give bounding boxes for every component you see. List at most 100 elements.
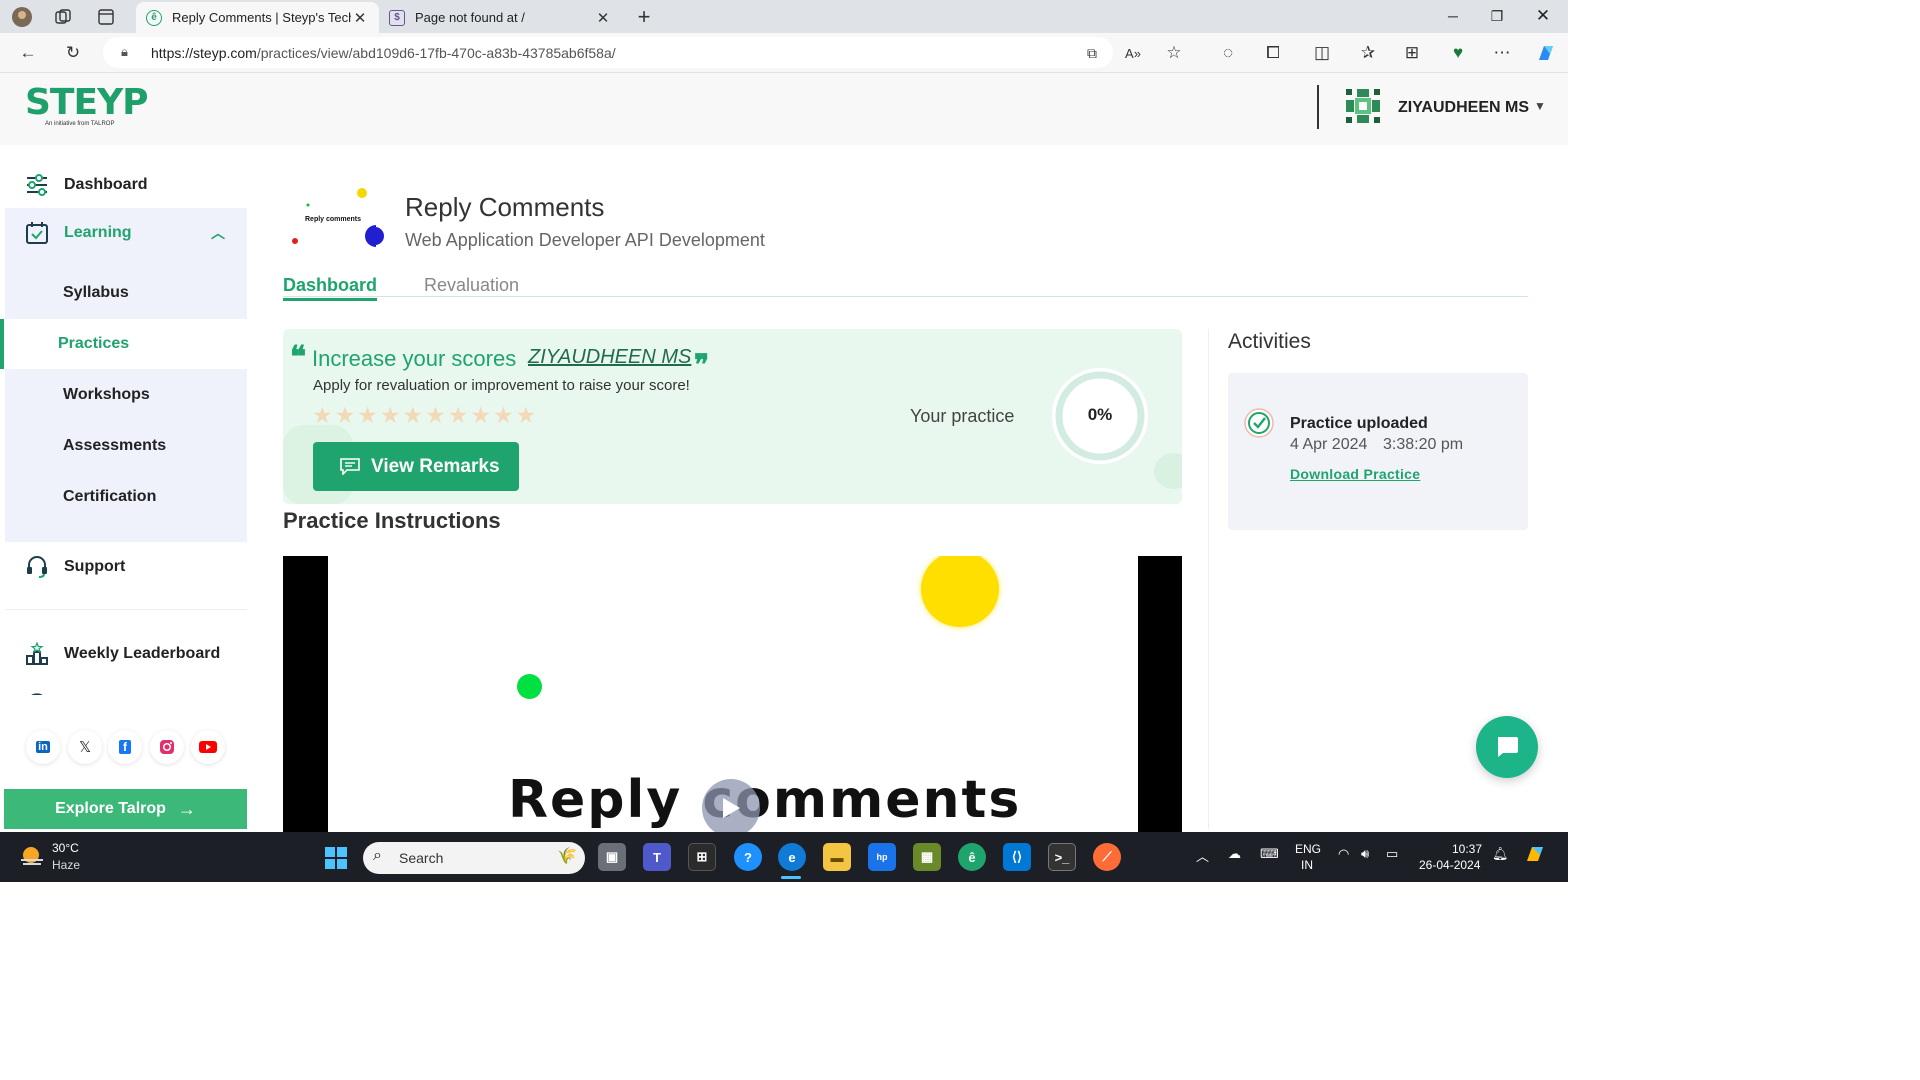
close-tab-icon[interactable]: ✕	[351, 9, 369, 27]
get-help-icon[interactable]: ?	[734, 843, 762, 871]
youtube-icon[interactable]	[191, 730, 225, 764]
chat-icon	[340, 458, 360, 475]
terminal-icon[interactable]: >_	[1048, 843, 1076, 871]
avatar[interactable]	[1344, 87, 1382, 125]
steyp-app-icon[interactable]: ê	[958, 843, 986, 871]
browser-tab-bar: ê Reply Comments | Steyp's Tech S ✕ $ Pa…	[0, 0, 1568, 33]
sidebar-item-certification[interactable]: Certification	[5, 472, 247, 522]
open-in-app-icon[interactable]: ⧉	[1080, 41, 1104, 65]
progress-percentage: 0%	[1087, 405, 1113, 424]
search-placeholder: Search	[399, 850, 444, 866]
refresh-icon[interactable]: ↻	[61, 41, 85, 65]
volume-icon[interactable]: 🔊︎	[1361, 846, 1369, 862]
tracking-icon[interactable]: ◌	[1216, 41, 1240, 65]
browser-tab-reply-comments[interactable]: ê Reply Comments | Steyp's Tech S ✕	[136, 2, 379, 33]
new-tab-icon[interactable]: +	[633, 4, 655, 29]
chat-support-button[interactable]	[1476, 716, 1538, 778]
vscode-icon[interactable]: ⟨⟩	[1003, 843, 1031, 871]
sidebar-item-dashboard[interactable]: Dashboard	[0, 171, 247, 199]
sidebar-item-practices[interactable]: Practices	[0, 319, 247, 369]
weather-description: Haze	[52, 858, 81, 872]
extensions-icon[interactable]: ⧠	[1261, 41, 1285, 65]
star-icon: ★	[493, 402, 516, 428]
linkedin-icon[interactable]: in	[26, 730, 60, 764]
haze-weather-icon[interactable]	[18, 844, 46, 870]
tab-revaluation[interactable]: Revaluation	[424, 275, 519, 296]
search-icon: ⌕	[373, 847, 382, 864]
steyp-favicon-icon: ê	[146, 9, 162, 26]
edge-browser-icon[interactable]: e	[778, 843, 806, 871]
copilot-icon[interactable]	[1534, 41, 1558, 65]
site-header: STEYP An initiative from TALROP ZIYAUDHE…	[0, 73, 1568, 145]
clock-date[interactable]: 26-04-2024	[1419, 858, 1480, 872]
chevron-up-icon[interactable]: ︿	[211, 223, 225, 243]
sidebar-item-learning[interactable]: Learning ︿	[0, 219, 247, 247]
maximize-icon[interactable]: ❐	[1474, 4, 1520, 28]
sidebar-item-syllabus[interactable]: Syllabus	[5, 268, 247, 318]
browser-tab-page-not-found[interactable]: $ Page not found at / ✕	[379, 2, 622, 33]
check-circle-icon	[1244, 408, 1274, 438]
download-practice-link[interactable]: Download Practice	[1290, 466, 1420, 482]
sidebar-item-workshops[interactable]: Workshops	[5, 370, 247, 420]
explore-talrop-button[interactable]: Explore Talrop →	[4, 789, 247, 829]
show-hidden-icons-chevron-icon[interactable]: ︿	[1196, 846, 1209, 865]
minecraft-icon[interactable]: ▦	[913, 843, 941, 871]
workspaces-icon[interactable]	[52, 6, 74, 28]
split-screen-icon[interactable]: ◫	[1310, 41, 1334, 65]
teams-icon[interactable]: T	[643, 843, 671, 871]
profile-avatar-icon[interactable]	[11, 6, 33, 28]
video-green-dot	[517, 674, 542, 699]
windows-taskbar: 30°C Haze ⌕ Search 🌾 ▣ T ⊞ ? e ▬ hp ▦ ê …	[0, 832, 1568, 882]
windows-start-icon[interactable]	[324, 846, 348, 870]
view-remarks-button[interactable]: View Remarks	[313, 442, 519, 491]
read-aloud-icon[interactable]: A»	[1121, 41, 1145, 65]
close-window-icon[interactable]: ✕	[1520, 4, 1566, 28]
browser-essentials-icon[interactable]: ♥	[1446, 41, 1470, 65]
file-explorer-icon[interactable]: ▬	[823, 843, 851, 871]
clock-time[interactable]: 10:37	[1452, 842, 1482, 856]
x-icon[interactable]: 𝕏	[68, 730, 102, 764]
notification-bell-icon[interactable]: 🔔︎	[1492, 846, 1509, 862]
url-path: /practices/view/abd109d6-17fb-470c-a83b-…	[256, 44, 616, 61]
tab-title: Page not found at /	[415, 10, 525, 25]
url-field[interactable]: 🔒︎ https://steyp.com/practices/view/abd1…	[103, 37, 1113, 68]
sidebar: Dashboard Learning ︿ Syllabus Practices …	[0, 145, 247, 832]
page-favicon-icon: $	[389, 9, 405, 26]
play-button[interactable]	[702, 779, 760, 832]
star-icon: ★	[402, 402, 426, 428]
postman-icon[interactable]: ⟋	[1093, 843, 1121, 871]
active-app-indicator	[781, 876, 801, 879]
region-indicator[interactable]: IN	[1301, 858, 1313, 872]
copilot-taskbar-icon[interactable]	[1524, 843, 1546, 868]
close-tab-icon[interactable]: ✕	[594, 9, 612, 27]
user-name[interactable]: ZIYAUDHEEN MS	[1398, 99, 1529, 117]
sidebar-item-weekly-leaderboard[interactable]: Weekly Leaderboard	[0, 640, 247, 668]
instagram-icon[interactable]	[150, 730, 184, 764]
chevron-down-icon[interactable]: ▼	[1534, 99, 1546, 113]
favorites-icon[interactable]: ✰	[1356, 41, 1380, 65]
myhp-icon[interactable]: hp	[868, 843, 896, 871]
battery-icon[interactable]: ▭	[1386, 846, 1398, 862]
tab-title: Reply Comments | Steyp's Tech S	[172, 10, 351, 25]
tab-dashboard[interactable]: Dashboard	[283, 275, 378, 301]
onedrive-icon[interactable]: ☁	[1228, 846, 1241, 862]
back-arrow-icon[interactable]: ←	[16, 41, 40, 65]
facebook-icon[interactable]: f	[108, 730, 142, 764]
microsoft-store-icon[interactable]: ⊞	[688, 843, 716, 871]
collections-icon[interactable]: ⊞	[1400, 41, 1424, 65]
minimize-icon[interactable]: ─	[1430, 4, 1476, 28]
wifi-icon[interactable]: ◠	[1338, 846, 1349, 862]
instruction-video[interactable]: Reply comments	[283, 556, 1182, 832]
keyboard-icon[interactable]: ⌨	[1260, 846, 1279, 862]
star-icon: ★	[515, 402, 539, 428]
more-options-icon[interactable]: ⋯	[1490, 41, 1514, 65]
favorite-star-icon[interactable]: ☆	[1162, 41, 1186, 65]
tab-actions-icon[interactable]	[95, 6, 117, 28]
language-indicator[interactable]: ENG	[1295, 842, 1321, 856]
sidebar-item-support[interactable]: Support	[0, 553, 247, 581]
steyp-logo[interactable]: STEYP An initiative from TALROP	[25, 85, 149, 128]
taskbar-search[interactable]: ⌕ Search 🌾	[363, 842, 585, 874]
task-view-icon[interactable]: ▣	[598, 843, 626, 871]
sidebar-item-assessments[interactable]: Assessments	[5, 421, 247, 471]
weather-temperature: 30°C	[52, 841, 79, 855]
